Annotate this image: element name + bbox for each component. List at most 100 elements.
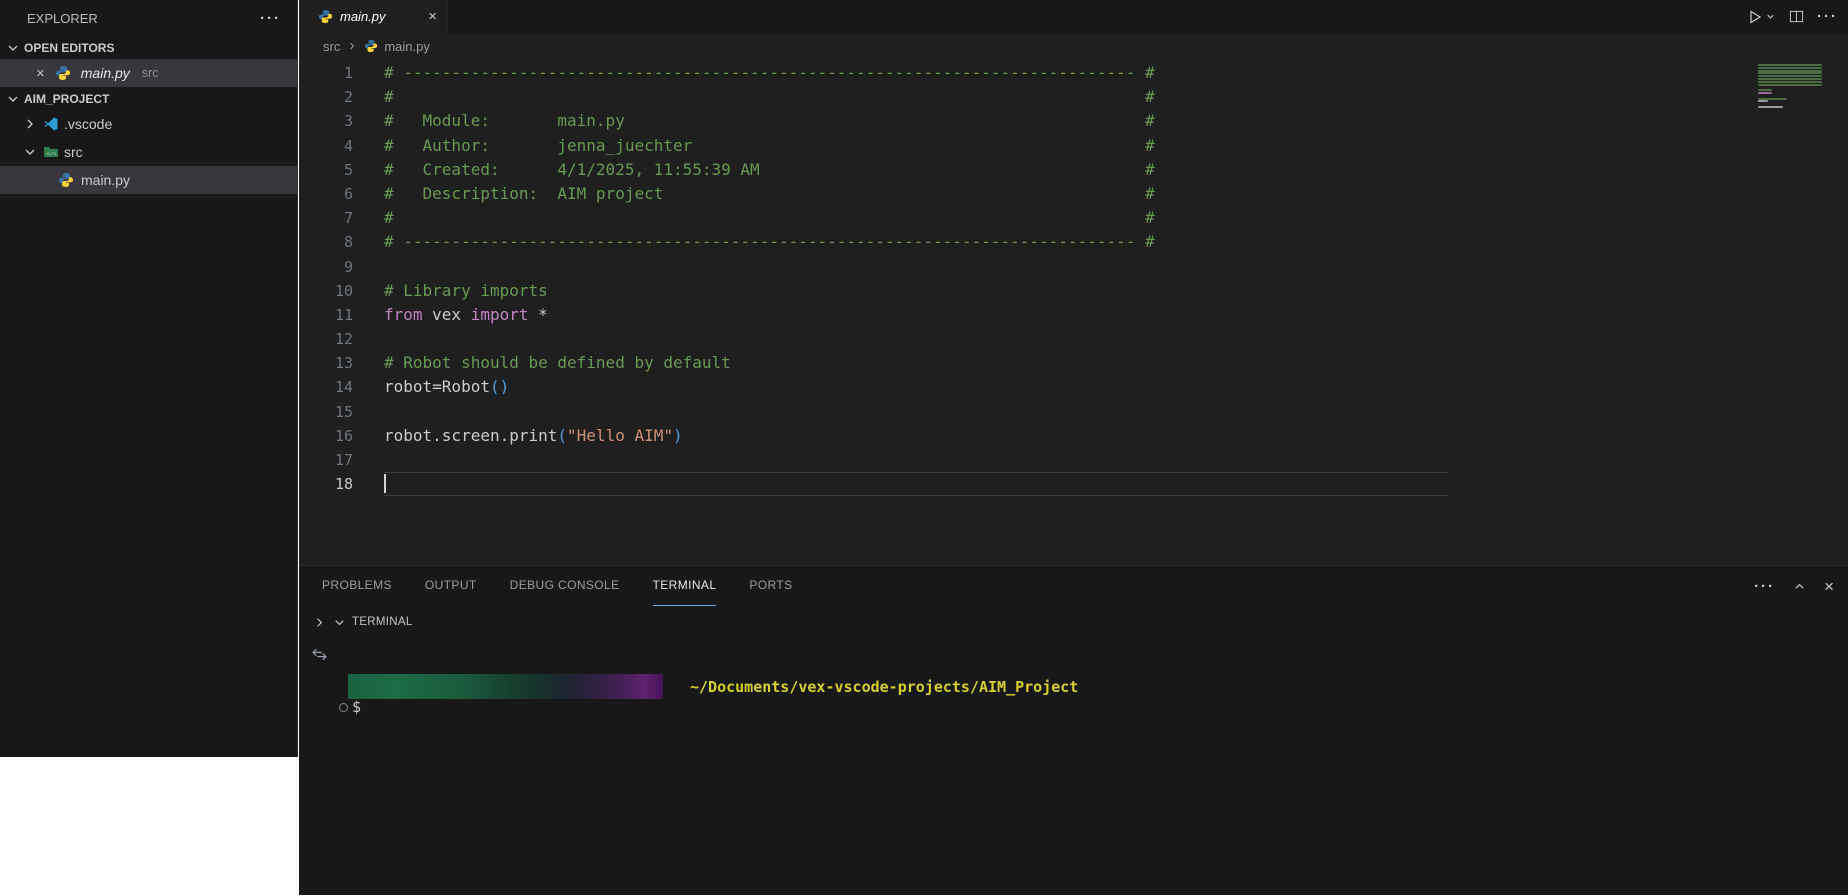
breadcrumb[interactable]: src main.py: [299, 33, 1848, 59]
line-number: 5: [299, 158, 353, 182]
text-cursor: [384, 474, 386, 493]
line-text: # Created: 4/1/2025, 11:55:39 AM #: [384, 158, 1155, 182]
minimap[interactable]: [1758, 64, 1832, 114]
terminal-body[interactable]: ~/Documents/vex-vscode-projects/AIM_Proj…: [299, 638, 1848, 896]
line-text: # Module: main.py #: [384, 109, 1155, 133]
code-line-3[interactable]: 3 # Module: main.py #: [299, 109, 1848, 133]
panel-maximize-icon[interactable]: [1792, 579, 1807, 594]
line-number: 9: [299, 255, 353, 279]
code-editor[interactable]: 1# -------------------------------------…: [299, 59, 1848, 565]
explorer-title: EXPLORER: [27, 11, 98, 26]
editor-tab-main-py[interactable]: main.py ×: [299, 0, 448, 33]
src-folder-icon: </>: [43, 144, 59, 160]
minimap-line: [1758, 100, 1768, 102]
panel-tab-ports[interactable]: PORTS: [749, 566, 792, 606]
line-text: # --------------------------------------…: [384, 61, 1155, 85]
line-number: 11: [299, 303, 353, 327]
close-editor-icon[interactable]: ×: [36, 66, 45, 81]
minimap-line: [1758, 98, 1787, 100]
code-line-15[interactable]: 15: [299, 400, 1848, 424]
panel-actions: ··· ×: [1754, 566, 1834, 606]
panel-tab-terminal[interactable]: TERMINAL: [653, 566, 717, 606]
code-line-9[interactable]: 9: [299, 255, 1848, 279]
command-decoration-icon[interactable]: [339, 703, 348, 712]
minimap-line: [1758, 75, 1822, 77]
tree-item-label: .vscode: [64, 116, 112, 132]
swap-arrows-icon[interactable]: [311, 646, 328, 663]
minimap-line: [1758, 106, 1783, 108]
code-line-10[interactable]: 10# Library imports: [299, 279, 1848, 303]
terminal-banner: [348, 674, 663, 699]
code-line-5[interactable]: 5 # Created: 4/1/2025, 11:55:39 AM #: [299, 158, 1848, 182]
chevron-down-icon: [5, 91, 21, 107]
code-lines: 1# -------------------------------------…: [299, 59, 1848, 496]
code-line-16[interactable]: 16robot.screen.print("Hello AIM"): [299, 424, 1848, 448]
chevron-down-icon: [22, 144, 38, 160]
code-line-18[interactable]: 18: [299, 472, 1848, 496]
line-number: 15: [299, 400, 353, 424]
chevron-down-icon[interactable]: [332, 615, 347, 630]
editor-area: main.py × ··· src main.py 1# -----------…: [299, 0, 1848, 895]
tab-close-icon[interactable]: ×: [428, 8, 437, 25]
panel-tab-problems[interactable]: PROBLEMS: [322, 566, 392, 606]
terminal-cwd: ~/Documents/vex-vscode-projects/AIM_Proj…: [690, 678, 1078, 696]
editor-actions: ···: [1747, 0, 1838, 33]
line-number: 3: [299, 109, 353, 133]
open-editor-item[interactable]: × main.py src: [0, 59, 297, 87]
breadcrumb-file[interactable]: main.py: [384, 39, 430, 54]
python-icon: [364, 39, 378, 53]
code-line-8[interactable]: 8# -------------------------------------…: [299, 230, 1848, 254]
line-number: 10: [299, 279, 353, 303]
code-line-7[interactable]: 7# #: [299, 206, 1848, 230]
line-number: 14: [299, 375, 353, 399]
panel-tab-debug-console[interactable]: DEBUG CONSOLE: [510, 566, 620, 606]
breadcrumb-folder[interactable]: src: [323, 39, 340, 54]
line-number: 4: [299, 134, 353, 158]
line-number: 8: [299, 230, 353, 254]
tree-item-src[interactable]: </> src: [0, 138, 297, 166]
tab-bar: main.py × ···: [299, 0, 1848, 33]
open-editor-filename: main.py: [81, 65, 130, 81]
run-button[interactable]: [1747, 9, 1776, 25]
panel-more-icon[interactable]: ···: [1754, 578, 1775, 595]
python-icon: [55, 65, 71, 81]
code-line-14[interactable]: 14robot=Robot(): [299, 375, 1848, 399]
panel-tabs: PROBLEMS OUTPUT DEBUG CONSOLE TERMINAL PORTS: [322, 566, 826, 606]
tree-item-vscode[interactable]: .vscode: [0, 110, 297, 138]
split-editor-icon[interactable]: [1789, 9, 1804, 24]
explorer-sidebar: EXPLORER ··· OPEN EDITORS × main.py src …: [0, 0, 298, 757]
panel-tab-output[interactable]: OUTPUT: [425, 566, 477, 606]
explorer-more-icon[interactable]: ···: [260, 10, 281, 27]
panel-close-icon[interactable]: ×: [1824, 578, 1834, 595]
minimap-line: [1758, 67, 1822, 69]
minimap-line: [1758, 72, 1822, 74]
vscode-window: { "icons": { "close": "×", "more": "···"…: [0, 0, 1848, 895]
explorer-header: EXPLORER ···: [0, 0, 297, 36]
code-line-6[interactable]: 6# Description: AIM project #: [299, 182, 1848, 206]
editor-more-icon[interactable]: ···: [1817, 8, 1838, 25]
code-line-4[interactable]: 4# Author: jenna_juechter #: [299, 134, 1848, 158]
line-number: 6: [299, 182, 353, 206]
open-editors-header[interactable]: OPEN EDITORS: [0, 36, 297, 59]
line-text: # #: [384, 85, 1155, 109]
chevron-right-icon: [346, 40, 358, 52]
code-line-1[interactable]: 1# -------------------------------------…: [299, 61, 1848, 85]
code-line-11[interactable]: 11from vex import *: [299, 303, 1848, 327]
terminal-prompt: $: [352, 698, 361, 716]
tree-item-label: src: [64, 144, 83, 160]
tree-item-label: main.py: [81, 172, 130, 188]
line-number: 17: [299, 448, 353, 472]
code-line-2[interactable]: 2# #: [299, 85, 1848, 109]
code-line-12[interactable]: 12: [299, 327, 1848, 351]
line-number: 16: [299, 424, 353, 448]
tree-item-main-py[interactable]: main.py: [0, 166, 297, 194]
code-line-13[interactable]: 13# Robot should be defined by default: [299, 351, 1848, 375]
run-icon: [1747, 9, 1763, 25]
code-line-17[interactable]: 17: [299, 448, 1848, 472]
open-editors-label: OPEN EDITORS: [24, 41, 114, 55]
project-header[interactable]: AIM_PROJECT: [0, 87, 297, 110]
line-number: 18: [299, 472, 353, 496]
chevron-right-icon[interactable]: [312, 615, 327, 630]
line-text: [384, 472, 386, 496]
terminal-header[interactable]: TERMINAL: [299, 606, 1848, 638]
